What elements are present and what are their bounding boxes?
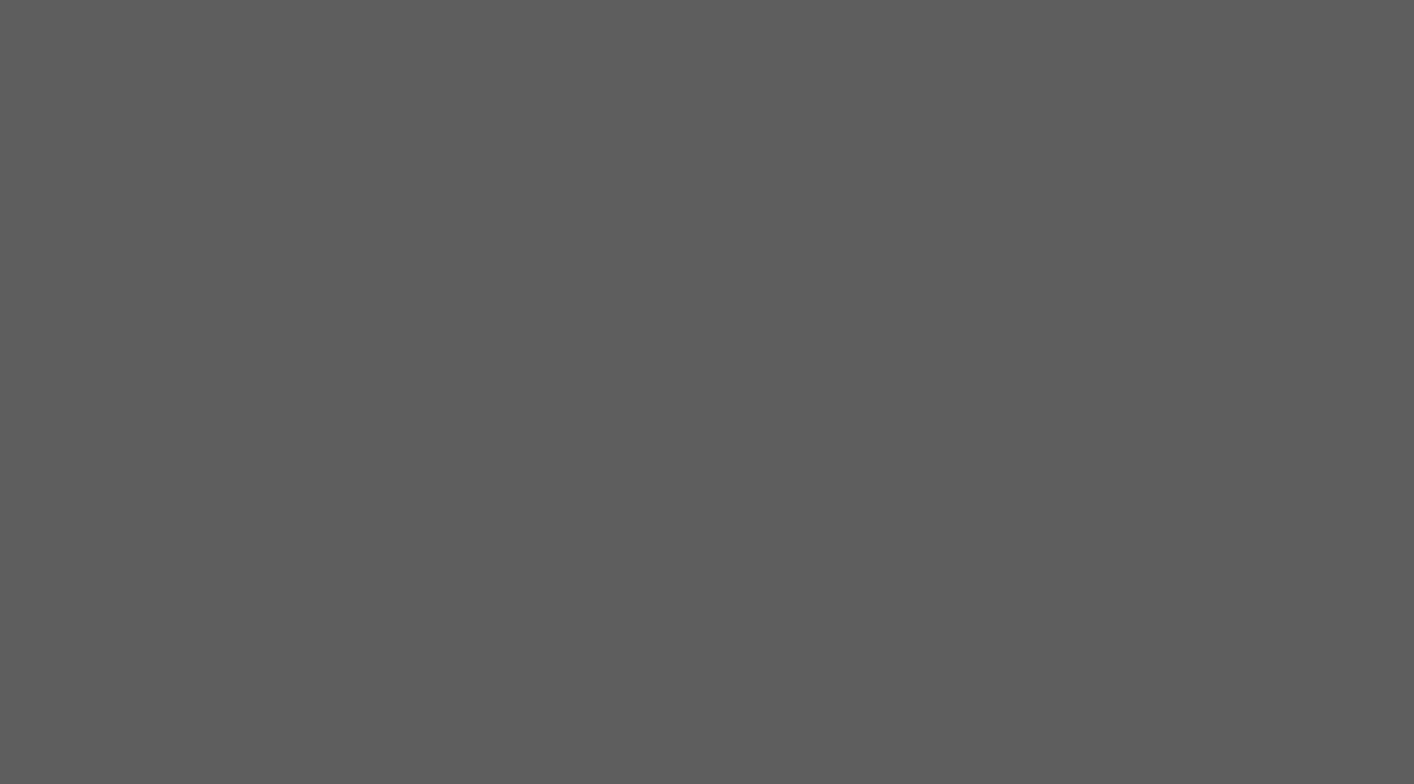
modeling-viewport[interactable] (0, 0, 1414, 784)
viewport-background (0, 0, 1414, 784)
